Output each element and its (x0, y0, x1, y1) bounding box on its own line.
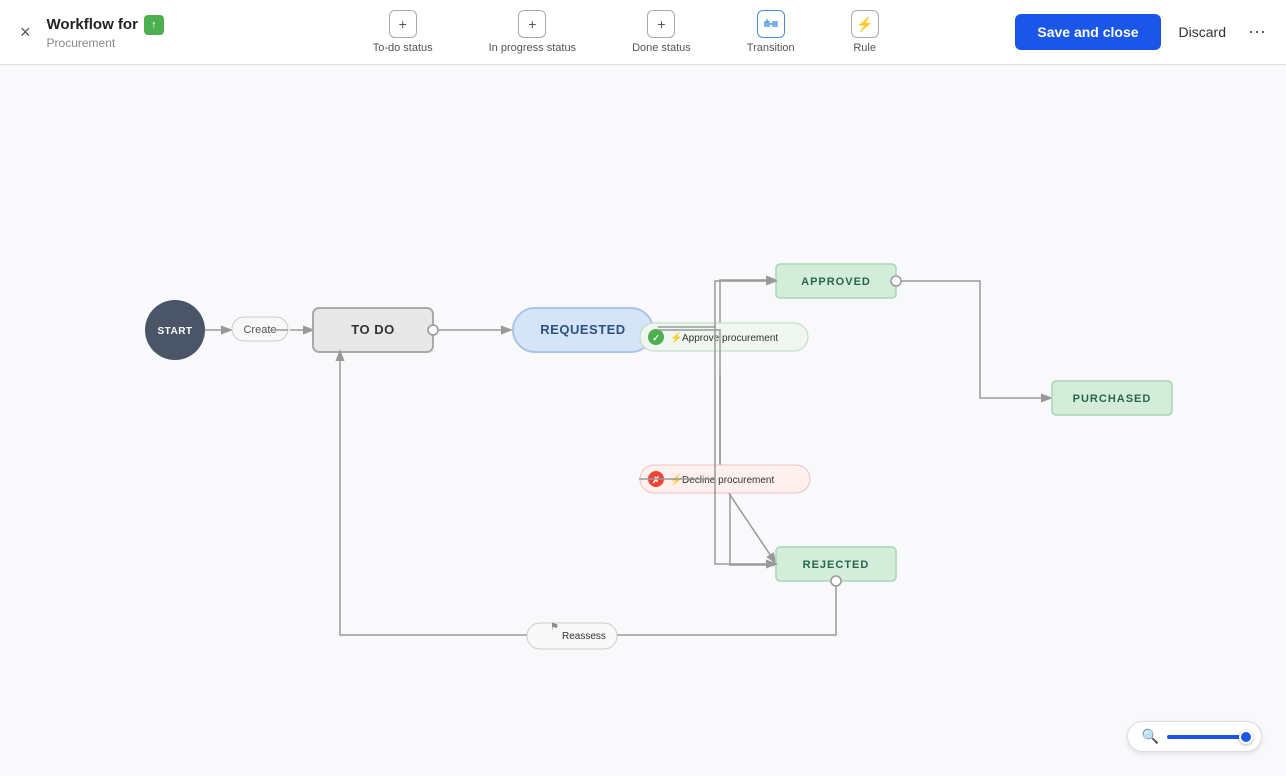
approve-lightning-icon: ⚡ (670, 331, 682, 344)
more-options-button[interactable]: ⋯ (1244, 18, 1270, 47)
zoom-out-icon[interactable]: 🔍 (1142, 728, 1159, 745)
header: × Workflow for ↑ Procurement + To-do sta… (0, 0, 1286, 65)
rule-icon: ⚡ (851, 10, 879, 38)
requested-to-path (658, 330, 775, 565)
workflow-canvas[interactable]: START Create TO DO REQUESTED APPROVED PU… (0, 65, 1286, 776)
start-label: START (157, 326, 192, 337)
approved-node-label: APPROVED (801, 276, 871, 288)
todo-status-button[interactable]: + To-do status (365, 6, 441, 58)
approved-to-purchased-arrow (901, 281, 1050, 398)
rejected-node-label: REJECTED (803, 559, 870, 571)
workflow-subtitle: Procurement (47, 36, 164, 50)
workflow-title-block: Workflow for ↑ Procurement (47, 15, 164, 50)
todo-right-dot (428, 325, 438, 335)
purchased-node-label: PURCHASED (1073, 393, 1152, 405)
workflow-diagram: START Create TO DO REQUESTED APPROVED PU… (0, 65, 1286, 776)
header-left: × Workflow for ↑ Procurement (16, 15, 236, 50)
upload-icon: ↑ (144, 15, 164, 35)
discard-button[interactable]: Discard (1171, 14, 1234, 50)
rule-label: Rule (853, 42, 876, 54)
inprogress-status-icon: + (518, 10, 546, 38)
close-button[interactable]: × (16, 18, 35, 47)
zoom-slider[interactable] (1167, 735, 1247, 739)
todo-status-label: To-do status (373, 42, 433, 54)
done-status-label: Done status (632, 42, 691, 54)
done-status-icon: + (647, 10, 675, 38)
rejected-bottom-dot (831, 576, 841, 586)
reassess-flag-icon: ⚑ (550, 622, 559, 633)
done-status-button[interactable]: + Done status (624, 6, 699, 58)
transition-label: Transition (747, 42, 795, 54)
decline-transition-label: Decline procurement (682, 475, 774, 486)
reassess-label: Reassess (562, 631, 606, 642)
header-right: Save and close Discard ⋯ (1015, 14, 1270, 50)
header-center: + To-do status + In progress status + Do… (236, 6, 1015, 58)
zoom-slider-thumb[interactable] (1239, 730, 1253, 744)
workflow-title-text: Workflow for (47, 16, 138, 33)
rule-button[interactable]: ⚡ Rule (843, 6, 887, 58)
approved-right-dot (891, 276, 901, 286)
inprogress-status-button[interactable]: + In progress status (481, 6, 584, 58)
todo-status-icon: + (389, 10, 417, 38)
svg-text:✗: ✗ (652, 475, 660, 485)
save-close-button[interactable]: Save and close (1015, 14, 1160, 50)
workflow-title: Workflow for ↑ (47, 15, 164, 35)
todo-node-label: TO DO (351, 322, 394, 337)
svg-text:✓: ✓ (652, 333, 660, 343)
transition-button[interactable]: Transition (739, 6, 803, 58)
requested-node-label: REQUESTED (540, 322, 625, 337)
zoom-control[interactable]: 🔍 (1127, 721, 1262, 752)
transition-icon (757, 10, 785, 38)
req-approved-path (658, 281, 775, 327)
inprogress-status-label: In progress status (489, 42, 576, 54)
approve-transition-label: Approve procurement (682, 333, 778, 344)
